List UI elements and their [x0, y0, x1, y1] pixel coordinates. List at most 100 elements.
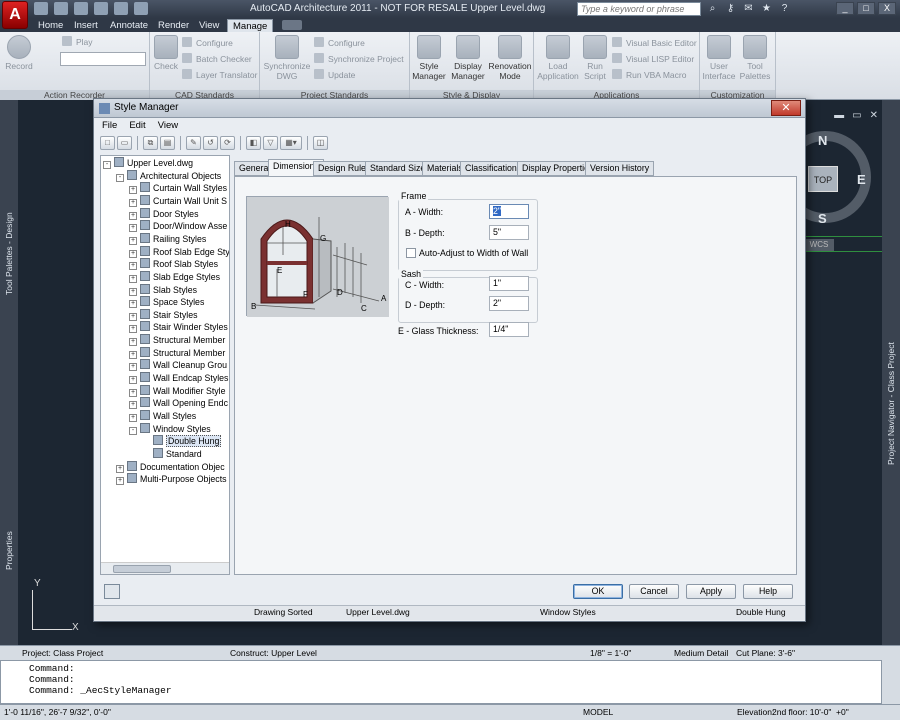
undo-icon[interactable] — [94, 2, 108, 15]
synchronize-project-button[interactable]: Synchronize Project — [314, 53, 404, 65]
user-interface-button[interactable]: User Interface — [702, 35, 736, 81]
dialog-close-button[interactable]: ✕ — [771, 100, 801, 116]
floor-dropdown[interactable]: 2nd floor: 10'-0" — [772, 707, 831, 717]
style-tree[interactable]: - Upper Level.dwg - Architectural Objects + C… — [100, 155, 230, 575]
expand-icon[interactable]: + — [129, 249, 137, 258]
c-width-input[interactable]: 1" — [489, 276, 529, 291]
model-button[interactable]: MODEL — [583, 707, 613, 717]
expand-icon[interactable]: + — [129, 224, 137, 233]
tree-item[interactable]: + Wall Opening Endc — [129, 397, 228, 410]
project-navigator-strip[interactable]: Project Navigator - Class Project — [882, 100, 900, 645]
b-depth-input[interactable]: 5" — [489, 225, 529, 240]
check-button[interactable]: Check — [152, 35, 180, 71]
tab-manage[interactable]: Manage — [227, 19, 274, 32]
detail-dropdown[interactable]: Medium Detail — [674, 648, 728, 658]
wcs-menu[interactable]: WCS — [804, 239, 834, 251]
tree-item[interactable]: + Stair Winder Styles — [129, 321, 228, 334]
expand-icon[interactable]: + — [129, 401, 137, 410]
copy-icon[interactable]: ⧉ — [143, 136, 158, 150]
viewcube-top-face[interactable]: TOP — [808, 166, 838, 192]
d-depth-input[interactable]: 2" — [489, 296, 529, 311]
cancel-button[interactable]: Cancel — [629, 584, 679, 599]
tree-item[interactable]: + Door/Window Asse — [129, 220, 227, 233]
expand-icon[interactable]: + — [116, 464, 124, 473]
subscription-icon[interactable]: ⚷ — [724, 2, 737, 15]
collapse-icon[interactable]: - — [116, 173, 124, 182]
play-button[interactable]: Play — [62, 36, 93, 48]
tree-item[interactable]: - Architectural Objects — [116, 169, 221, 183]
view-options-icon[interactable]: ▦▾ — [280, 136, 302, 150]
collapse-icon[interactable]: - — [103, 161, 111, 169]
expand-icon[interactable]: + — [129, 350, 137, 359]
tree-item[interactable]: + Slab Styles — [129, 283, 197, 297]
expand-icon[interactable]: + — [129, 287, 137, 296]
favorites-icon[interactable]: ★ — [760, 2, 773, 15]
communication-icon[interactable]: ✉ — [742, 2, 755, 15]
tree-item[interactable]: + Space Styles — [129, 296, 204, 309]
expand-icon[interactable]: + — [129, 274, 137, 283]
tree-item[interactable]: + Wall Cleanup Grou — [129, 359, 227, 372]
refresh-icon[interactable]: ⟳ — [220, 136, 235, 150]
tree-item[interactable]: + Curtain Wall Styles — [129, 182, 227, 195]
expand-icon[interactable]: + — [129, 211, 137, 220]
tab-home[interactable]: Home — [33, 19, 68, 32]
expand-icon[interactable]: + — [129, 236, 137, 245]
tree-item[interactable]: + Multi-Purpose Objects — [116, 473, 227, 486]
tree-item[interactable]: + Wall Styles — [129, 410, 196, 423]
batch-checker-button[interactable]: Batch Checker — [182, 53, 252, 65]
menu-file[interactable]: File — [96, 119, 123, 133]
tree-item[interactable]: + Documentation Objec — [116, 460, 225, 474]
viewport-minimize-icon[interactable]: ▬ — [834, 110, 844, 121]
tree-item[interactable]: Standard — [142, 447, 202, 461]
command-input-line[interactable]: Command: _AecStyleManager — [29, 685, 853, 696]
tree-item[interactable]: + Stair Styles — [129, 308, 198, 322]
ok-button[interactable]: OK — [573, 584, 623, 599]
tree-item[interactable]: + Structural Member — [129, 334, 225, 347]
menu-view[interactable]: View — [152, 119, 184, 133]
inline-edit-icon[interactable]: ◫ — [313, 136, 328, 150]
tree-item[interactable]: + Door Styles — [129, 207, 198, 221]
macro-dropdown[interactable] — [60, 52, 146, 66]
update-button[interactable]: Update — [314, 69, 355, 81]
renovation-mode-button[interactable]: Renovation Mode — [488, 35, 532, 81]
viewcube-south[interactable]: S — [818, 211, 827, 226]
hide-tree-icon[interactable] — [104, 584, 120, 599]
command-line[interactable]: Command: Command: Command: _AecStyleMana… — [0, 660, 882, 704]
close-button[interactable]: X — [878, 2, 896, 15]
ribbon-toggle-button[interactable] — [282, 20, 302, 30]
edit-style-icon[interactable]: ✎ — [186, 136, 201, 150]
glass-thickness-input[interactable]: 1/4" — [489, 322, 529, 337]
toggle-view-icon[interactable]: ◧ — [246, 136, 261, 150]
auto-adjust-checkbox[interactable] — [406, 248, 416, 258]
tree-item[interactable]: + Wall Modifier Style — [129, 384, 226, 398]
tool-palettes-button[interactable]: Tool Palettes — [738, 35, 772, 81]
expand-icon[interactable]: + — [129, 338, 137, 347]
configure-project-button[interactable]: Configure — [314, 37, 365, 49]
viewport-close-icon[interactable]: ✕ — [870, 110, 878, 121]
tree-item[interactable]: - Upper Level.dwg — [103, 157, 193, 170]
help-icon[interactable]: ? — [778, 2, 791, 15]
expand-icon[interactable]: + — [129, 388, 137, 397]
tree-item[interactable]: + Structural Member — [129, 346, 225, 360]
tab-render[interactable]: Render — [153, 19, 194, 32]
collapse-icon[interactable]: - — [129, 426, 137, 435]
purge-icon[interactable]: ↺ — [203, 136, 218, 150]
cut-plane-status[interactable]: Cut Plane: 3'-6" — [736, 648, 795, 658]
expand-icon[interactable]: + — [129, 325, 137, 334]
run-vba-macro-button[interactable]: Run VBA Macro — [612, 69, 686, 81]
expand-icon[interactable]: + — [116, 477, 124, 486]
dialog-title-bar[interactable]: Style Manager ✕ — [94, 99, 805, 118]
scale-dropdown[interactable]: 1/8" = 1'-0" — [590, 648, 631, 658]
expand-icon[interactable]: + — [129, 363, 137, 372]
record-button[interactable]: Record — [4, 35, 34, 71]
open-icon[interactable] — [54, 2, 68, 15]
viewport-restore-icon[interactable]: ▭ — [852, 110, 861, 121]
tree-item[interactable]: - Window Styles — [129, 422, 211, 436]
tab-view[interactable]: View — [194, 19, 224, 32]
expand-icon[interactable]: + — [129, 300, 137, 309]
run-script-button[interactable]: Run Script — [582, 35, 608, 81]
tree-item[interactable]: Double Hung — [142, 435, 222, 448]
apply-button[interactable]: Apply — [686, 584, 736, 599]
configure-standards-button[interactable]: Configure — [182, 37, 233, 49]
new-style-icon[interactable]: □ — [100, 136, 115, 150]
